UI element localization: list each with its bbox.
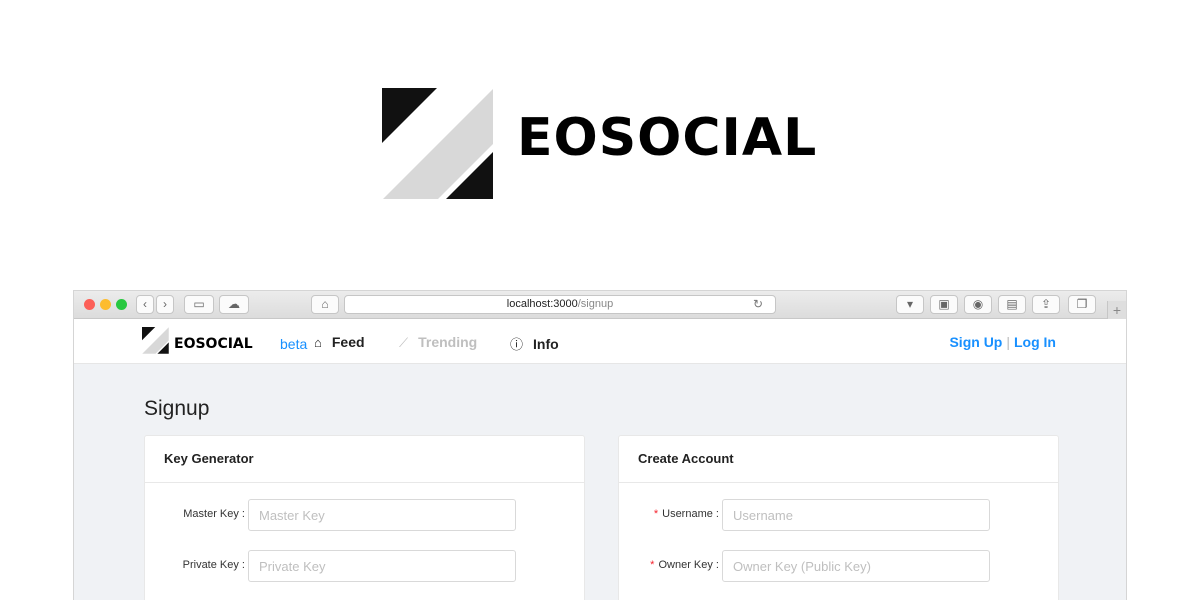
create-account-title: Create Account <box>619 436 1058 483</box>
key-generator-title: Key Generator <box>145 436 584 483</box>
auth-separator: | <box>1006 334 1010 350</box>
reload-icon[interactable]: ↻ <box>753 296 763 313</box>
nav-trending: ⟋ Trending <box>399 334 477 351</box>
app-navbar: EOSOCIAL beta ⌂ Feed ⟋ Trending ⓘ Info Sign… <box>74 319 1126 364</box>
nav-feed-label: Feed <box>331 334 365 350</box>
username-row: * Username : <box>619 499 1058 531</box>
nav-info[interactable]: ⓘ Info <box>510 334 559 353</box>
nav-feed[interactable]: ⌂ Feed <box>314 334 365 350</box>
tabs-overview-icon[interactable]: ❐ <box>1068 295 1096 314</box>
url-host: localhost:3000 <box>506 298 578 310</box>
owner-key-input[interactable] <box>722 550 990 582</box>
pocket-icon[interactable]: ▾ <box>896 295 924 314</box>
nav-info-label: Info <box>533 336 559 352</box>
url-path: /signup <box>577 298 614 310</box>
extension-icon[interactable]: ▣ <box>930 295 958 314</box>
browser-window: ‹ › ▭ ☁ ⌂ localhost:3000/signup ↻ ▾ ▣ ◉ … <box>73 290 1127 600</box>
hero-title: EOSOCIAL <box>517 108 818 168</box>
page-title: Signup <box>144 397 210 420</box>
private-key-row: Private Key : <box>145 550 584 582</box>
eosocial-small-logo-icon[interactable] <box>142 327 169 354</box>
line-chart-icon: ⟋ <box>399 335 409 350</box>
auth-links: Sign Up | Log In <box>949 334 1056 350</box>
sidebar-icon[interactable]: ▭ <box>184 295 214 314</box>
close-window-button[interactable] <box>84 299 95 310</box>
forward-icon[interactable]: › <box>156 295 174 314</box>
browser-titlebar: ‹ › ▭ ☁ ⌂ localhost:3000/signup ↻ ▾ ▣ ◉ … <box>74 291 1126 319</box>
key-generator-card: Key Generator Master Key : Private Key : <box>144 435 585 600</box>
notes-icon[interactable]: ▤ <box>998 295 1026 314</box>
zoom-window-button[interactable] <box>116 299 127 310</box>
home-icon: ⌂ <box>314 335 322 350</box>
owner-key-label: * Owner Key : <box>650 559 719 571</box>
info-circle-icon: ⓘ <box>510 337 524 352</box>
username-input[interactable] <box>722 499 990 531</box>
new-tab-icon[interactable]: + <box>1107 301 1126 319</box>
share-icon[interactable]: ⇪ <box>1032 295 1060 314</box>
signup-link[interactable]: Sign Up <box>949 334 1002 350</box>
eosocial-logo-icon <box>382 88 493 199</box>
back-icon[interactable]: ‹ <box>136 295 154 314</box>
master-key-label: Master Key : <box>183 508 245 520</box>
login-link[interactable]: Log In <box>1014 334 1056 350</box>
beta-badge: beta <box>280 336 308 352</box>
password-manager-icon[interactable]: ◉ <box>964 295 992 314</box>
minimize-window-button[interactable] <box>100 299 111 310</box>
master-key-row: Master Key : <box>145 499 584 531</box>
home-icon[interactable]: ⌂ <box>311 295 339 314</box>
private-key-label: Private Key : <box>182 559 245 571</box>
address-bar[interactable]: localhost:3000/signup ↻ <box>344 295 776 314</box>
owner-key-row: * Owner Key : <box>619 550 1058 582</box>
brand-name[interactable]: EOSOCIAL <box>174 336 253 352</box>
nav-trending-label: Trending <box>418 334 478 350</box>
username-label: * Username : <box>653 508 719 520</box>
private-key-input[interactable] <box>248 550 516 582</box>
create-account-card: Create Account *Username : *Owner Key : <box>618 435 1059 600</box>
cloud-tabs-icon[interactable]: ☁ <box>219 295 249 314</box>
master-key-input[interactable] <box>248 499 516 531</box>
